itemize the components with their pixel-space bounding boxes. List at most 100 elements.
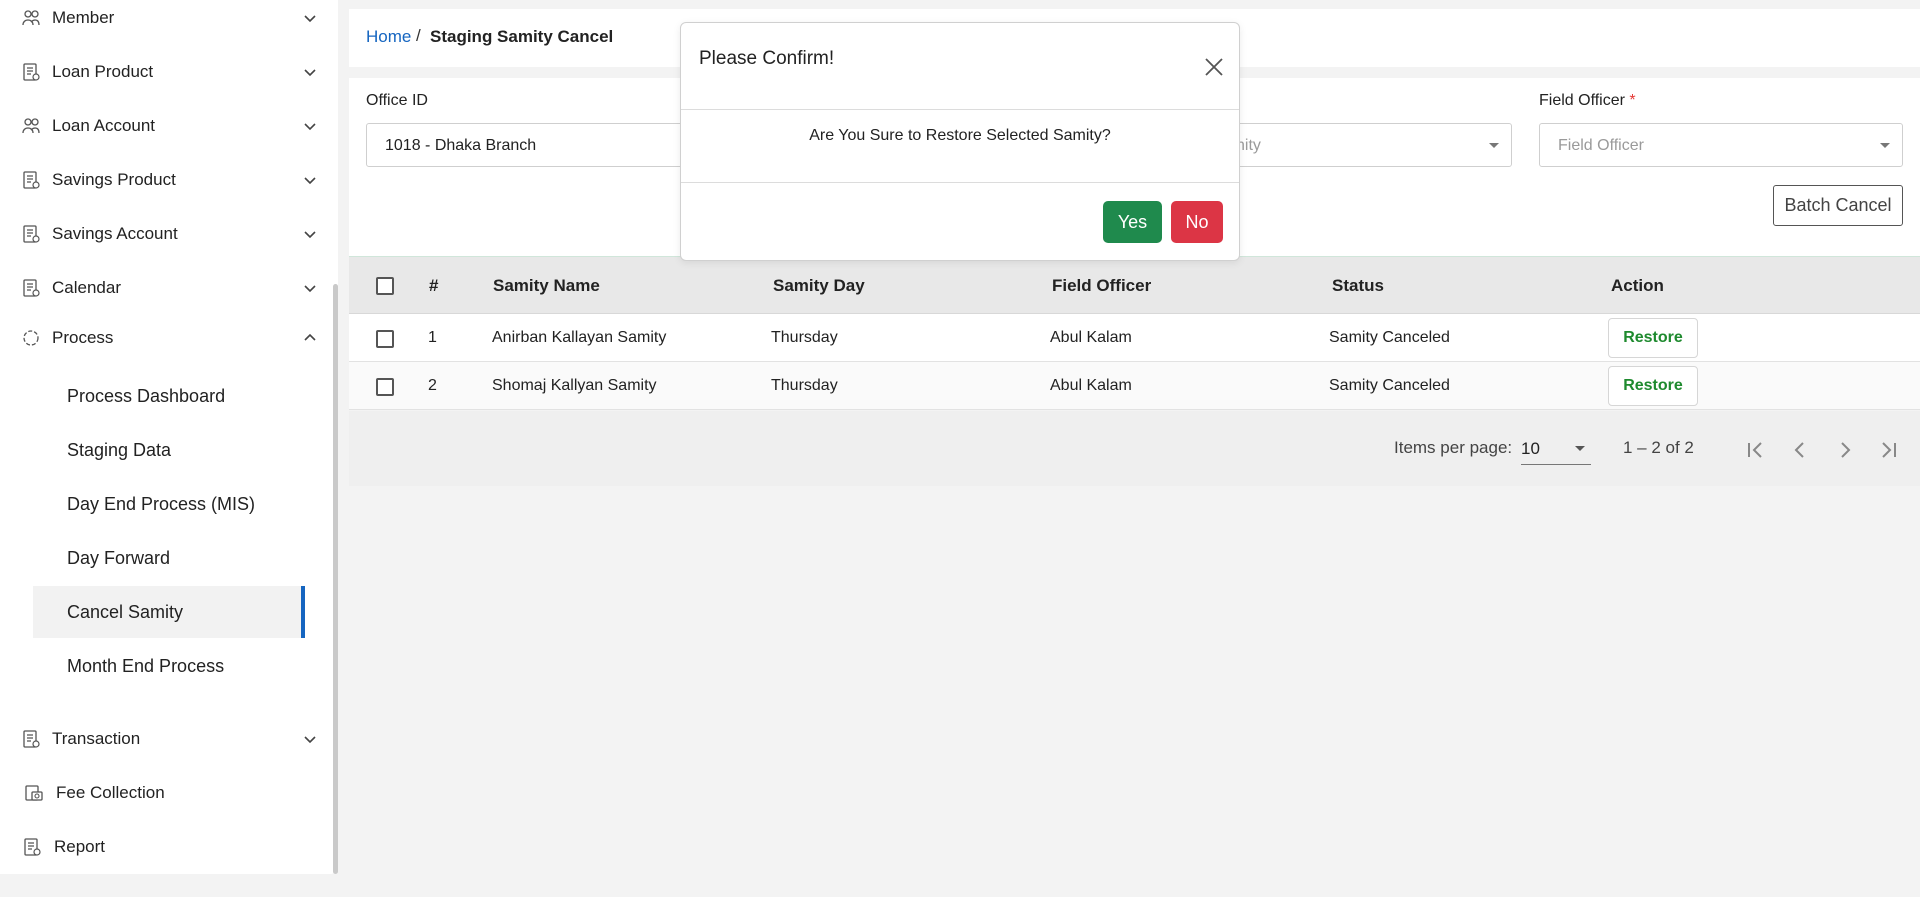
confirm-dialog: Please Confirm! Are You Sure to Restore … xyxy=(680,22,1240,261)
cell-num: 2 xyxy=(428,377,437,394)
sidebar-item-savings-product[interactable]: Savings Product xyxy=(0,158,330,202)
breadcrumb-home-link[interactable]: Home xyxy=(366,27,411,47)
sidebar-item-label: Savings Product xyxy=(52,170,176,189)
cell-status: Samity Canceled xyxy=(1329,377,1450,394)
table-row: 1 Anirban Kallayan Samity Thursday Abul … xyxy=(349,314,1920,362)
sidebar-item-loan-product[interactable]: Loan Product xyxy=(0,50,330,94)
sidebar-item-label: Fee Collection xyxy=(56,783,165,802)
sidebar-item-label: Loan Account xyxy=(52,116,156,135)
document-icon xyxy=(23,279,40,297)
cell-samity-name: Anirban Kallayan Samity xyxy=(492,329,667,346)
dialog-message: Are You Sure to Restore Selected Samity? xyxy=(809,127,1111,144)
header-samity-name: Samity Name xyxy=(493,276,600,295)
page-range: 1 – 2 of 2 xyxy=(1623,438,1694,457)
table-row: 2 Shomaj Kallyan Samity Thursday Abul Ka… xyxy=(349,362,1920,410)
chevron-down-icon xyxy=(304,69,316,77)
chevron-down-icon xyxy=(304,15,316,23)
dropdown-caret-icon xyxy=(1575,446,1585,451)
divider xyxy=(681,182,1239,183)
header-field-officer: Field Officer xyxy=(1052,276,1152,295)
header-num: # xyxy=(429,276,439,295)
office-id-value: 1018 - Dhaka Branch xyxy=(385,137,537,154)
restore-button[interactable]: Restore xyxy=(1608,366,1698,406)
sidebar-item-label: Member xyxy=(52,8,115,27)
paginator: Items per page: 10 1 – 2 of 2 xyxy=(349,411,1920,486)
header-action: Action xyxy=(1611,276,1664,295)
cell-field-officer: Abul Kalam xyxy=(1050,329,1132,346)
row-checkbox[interactable] xyxy=(376,330,394,348)
field-officer-label: Field Officer * xyxy=(1539,92,1636,109)
document-icon xyxy=(24,838,41,856)
sidebar-item-label: Process xyxy=(52,328,114,347)
sidebar-subitem-cancel-samity[interactable]: Cancel Samity xyxy=(33,586,305,638)
chevron-down-icon xyxy=(304,123,316,131)
header-status: Status xyxy=(1332,276,1384,295)
table-header-row: # Samity Name Samity Day Field Officer S… xyxy=(349,256,1920,314)
cell-samity-name: Shomaj Kallyan Samity xyxy=(492,377,657,394)
sidebar-subitem-staging-data[interactable]: Staging Data xyxy=(33,424,305,476)
sidebar-item-loan-account[interactable]: Loan Account xyxy=(0,104,330,148)
sidebar-item-process[interactable]: Process xyxy=(0,316,330,360)
row-checkbox[interactable] xyxy=(376,378,394,396)
sidebar-item-fee-collection[interactable]: Fee Collection xyxy=(0,771,330,815)
chevron-up-icon xyxy=(304,333,316,341)
no-button[interactable]: No xyxy=(1171,201,1223,243)
cell-samity-day: Thursday xyxy=(771,329,838,346)
breadcrumb-separator: / xyxy=(416,26,421,45)
header-samity-day: Samity Day xyxy=(773,276,865,295)
chevron-down-icon xyxy=(304,231,316,239)
sidebar-subitem-day-forward[interactable]: Day Forward xyxy=(33,532,305,584)
sidebar-subitem-label: Cancel Samity xyxy=(67,601,184,622)
items-per-page-select[interactable]: 10 xyxy=(1521,433,1591,465)
dropdown-caret-icon xyxy=(1880,143,1890,148)
items-per-page-label: Items per page: xyxy=(1394,438,1513,457)
last-page-icon[interactable] xyxy=(1874,435,1904,465)
cell-field-officer: Abul Kalam xyxy=(1050,377,1132,394)
select-all-checkbox[interactable] xyxy=(376,277,394,295)
batch-cancel-button[interactable]: Batch Cancel xyxy=(1773,185,1903,226)
users-icon xyxy=(22,118,40,134)
sidebar-item-savings-account[interactable]: Savings Account xyxy=(0,212,330,256)
sidebar-item-report[interactable]: Report xyxy=(0,825,330,869)
items-per-page-value: 10 xyxy=(1521,439,1540,458)
cell-num: 1 xyxy=(428,329,437,346)
office-id-label: Office ID xyxy=(366,92,428,109)
document-icon xyxy=(23,225,40,243)
sidebar: Member Loan Product Loan Account Savings… xyxy=(0,0,338,874)
fee-icon xyxy=(25,785,43,801)
next-page-icon[interactable] xyxy=(1830,435,1860,465)
close-icon[interactable] xyxy=(1203,56,1225,78)
users-icon xyxy=(22,10,40,26)
restore-button[interactable]: Restore xyxy=(1608,318,1698,358)
first-page-icon[interactable] xyxy=(1740,435,1770,465)
field-officer-select[interactable]: Field Officer xyxy=(1539,123,1903,167)
field-officer-placeholder: Field Officer xyxy=(1558,137,1644,154)
sidebar-item-calendar[interactable]: Calendar xyxy=(0,266,330,310)
sidebar-scrollbar[interactable] xyxy=(333,284,338,874)
dialog-title: Please Confirm! xyxy=(699,48,835,69)
sidebar-subitem-process-dashboard[interactable]: Process Dashboard xyxy=(33,370,305,422)
cell-status: Samity Canceled xyxy=(1329,329,1450,346)
document-icon xyxy=(23,63,40,81)
sidebar-subitem-label: Process Dashboard xyxy=(67,385,226,406)
sidebar-item-label: Savings Account xyxy=(52,224,178,243)
sidebar-subitem-label: Day End Process (MIS) xyxy=(67,493,256,514)
document-icon xyxy=(23,171,40,189)
sidebar-item-label: Calendar xyxy=(52,278,121,297)
document-icon xyxy=(23,730,40,748)
office-id-select[interactable]: 1018 - Dhaka Branch xyxy=(366,123,716,167)
sidebar-item-member[interactable]: Member xyxy=(0,0,330,40)
sidebar-subitem-label: Month End Process xyxy=(67,655,225,676)
sidebar-subitem-label: Day Forward xyxy=(67,547,171,568)
previous-page-icon[interactable] xyxy=(1785,435,1815,465)
divider xyxy=(681,109,1239,110)
sidebar-subitem-day-end-process[interactable]: Day End Process (MIS) xyxy=(33,478,305,530)
chevron-down-icon xyxy=(304,177,316,185)
yes-button[interactable]: Yes xyxy=(1103,201,1162,243)
sidebar-item-transaction[interactable]: Transaction xyxy=(0,717,330,761)
sidebar-subitem-label: Staging Data xyxy=(67,439,172,460)
process-icon xyxy=(23,330,39,346)
sidebar-item-label: Report xyxy=(54,837,106,856)
cell-samity-day: Thursday xyxy=(771,377,838,394)
sidebar-subitem-month-end-process[interactable]: Month End Process xyxy=(33,640,305,692)
